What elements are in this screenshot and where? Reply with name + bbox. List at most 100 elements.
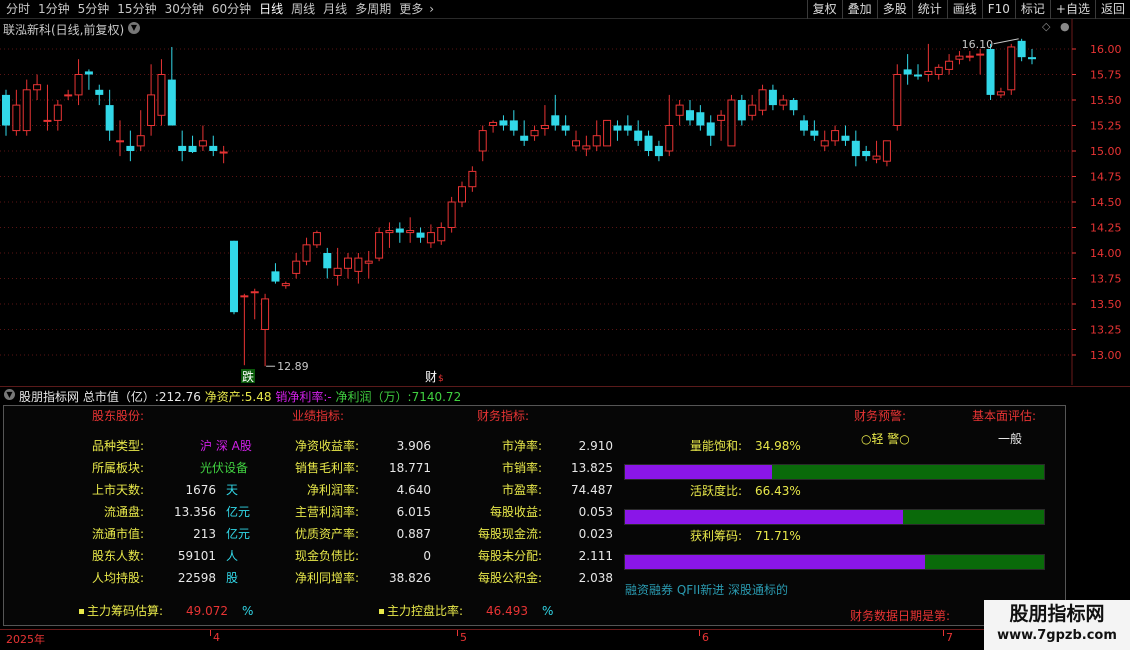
tool-button-0[interactable]: 复权 — [806, 0, 842, 19]
period-tab-4[interactable]: 30分钟 — [161, 1, 208, 19]
candle-body-down — [126, 145, 135, 151]
candle-body-up — [572, 140, 580, 147]
period-tab-10[interactable]: 更多 — [395, 1, 427, 19]
fundamental-value: 一般 — [998, 432, 1023, 446]
candle-body-up — [675, 104, 684, 116]
candle-body-down — [395, 228, 404, 233]
date-tick — [699, 630, 700, 636]
money-icon: $ — [438, 374, 444, 384]
chip-estimate-label-text: 主力筹码估算: — [87, 604, 164, 618]
net-asset-value: 5.48 — [244, 390, 272, 404]
candle-body-down — [623, 125, 632, 131]
report-date-label: 财务数据日期是第: — [850, 609, 951, 623]
tool-button-2[interactable]: 多股 — [876, 0, 912, 19]
candle-body-up — [603, 119, 612, 147]
candle-body-down — [841, 135, 850, 141]
tool-button-5[interactable]: F10 — [981, 0, 1015, 19]
shareholder-unit: 天 — [226, 483, 239, 497]
date-tick — [457, 630, 458, 636]
ratio-bar-label: 量能饱和: — [690, 439, 743, 453]
performance-value: 6.015 — [396, 505, 431, 519]
candle-body-up — [281, 283, 290, 287]
stock-title: 联泓新科(日线,前复权) — [3, 23, 125, 37]
candle-body-down — [323, 253, 332, 269]
candle-body-up — [665, 125, 674, 152]
shareholder-unit: 人 — [226, 549, 239, 563]
price-tick-label: 13.75 — [1090, 273, 1122, 286]
ratio-bar-label: 获利筹码: — [690, 529, 743, 543]
tool-button-4[interactable]: 画线 — [946, 0, 982, 19]
candle-body-up — [250, 291, 259, 294]
candle-body-up — [934, 66, 943, 76]
shareholder-label: 股东人数: — [91, 549, 144, 563]
chevron-right-icon[interactable]: › — [427, 1, 436, 19]
candle-body-up — [292, 260, 301, 274]
shareholder-label: 流通盘: — [103, 505, 144, 519]
diamond-icon[interactable]: ◇ — [1042, 20, 1050, 33]
ratio-bar-label: 活跃度比: — [690, 484, 743, 498]
total-mv-label: 总市值（亿）: — [82, 390, 159, 404]
shareholder-value: 59101 — [177, 549, 216, 563]
date-label: 5 — [460, 631, 467, 644]
period-tab-3[interactable]: 15分钟 — [113, 1, 160, 19]
candle-body-up — [240, 295, 249, 298]
period-tab-8[interactable]: 月线 — [319, 1, 351, 19]
period-tab-2[interactable]: 5分钟 — [74, 1, 114, 19]
control-ratio-value: 46.493 — [486, 604, 528, 618]
indicator-panel: 股东股份: 业绩指标: 财务指标: 财务预警: 基本面评估: 品种类型: 沪 深 … — [3, 405, 1066, 626]
dot-icon[interactable]: ● — [1060, 20, 1070, 33]
chevron-down-icon[interactable]: ▼ — [4, 389, 15, 400]
candle-body-up — [64, 94, 73, 97]
kline-chart[interactable]: 16.00 15.75 15.50 15.25 15.00 14.75 14.50 14.25… — [0, 19, 1130, 385]
chevron-down-icon[interactable]: ▼ — [128, 22, 140, 34]
period-tab-6[interactable]: 日线 — [255, 1, 287, 19]
header-performance: 业绩指标: — [292, 409, 345, 423]
period-tab-7[interactable]: 周线 — [287, 1, 319, 19]
shareholder-value: 光伏设备 — [200, 461, 249, 475]
candle-body-up — [333, 267, 342, 276]
financial-value: 74.487 — [571, 483, 613, 497]
period-tab-5[interactable]: 60分钟 — [208, 1, 255, 19]
performance-label: 主营利润率: — [294, 505, 359, 519]
candle-body-down — [686, 110, 694, 121]
period-tab-1[interactable]: 1分钟 — [34, 1, 74, 19]
indicator-name: 股朋指标网 — [19, 390, 80, 404]
candle-body-up — [996, 91, 1005, 96]
period-tab-9[interactable]: 多周期 — [351, 1, 395, 19]
control-ratio-unit: % — [542, 604, 554, 618]
ratio-bar-value: 66.43% — [755, 484, 801, 498]
candle-body-down — [903, 69, 912, 75]
candle-body-down — [561, 125, 570, 131]
ratio-bar-fill — [625, 510, 904, 524]
financial-label: 市盈率: — [501, 483, 542, 497]
date-label: 2025年 — [6, 633, 45, 646]
candle-body-up — [261, 298, 270, 330]
candle-body-down — [509, 120, 518, 131]
candle-body-down — [271, 271, 280, 282]
tool-button-6[interactable]: 标记 — [1014, 0, 1050, 19]
tool-button-3[interactable]: 统计 — [911, 0, 947, 19]
tool-button-8[interactable]: 返回 — [1094, 0, 1130, 19]
high-price-label: 16.10 — [962, 38, 994, 51]
low-price-label: 12.89 — [277, 360, 309, 373]
financial-value: 2.038 — [578, 571, 613, 585]
shareholder-label: 上市天数: — [91, 483, 144, 497]
net-margin-label: 销净利率: — [275, 390, 328, 404]
candle-body-up — [489, 121, 498, 127]
candle-body-down — [644, 135, 653, 151]
candle-body-down — [634, 130, 643, 141]
control-ratio-label-text: 主力控盘比率: — [387, 604, 464, 618]
period-tab-0[interactable]: 分时 — [2, 1, 34, 19]
tool-button-1[interactable]: 叠加 — [841, 0, 877, 19]
total-mv-value: 212.76 — [158, 390, 201, 404]
performance-label: 净利润率: — [306, 483, 359, 497]
financial-label: 每股收益: — [489, 505, 542, 519]
candle-body-down — [789, 100, 798, 111]
tool-button-7[interactable]: +自选 — [1049, 0, 1095, 19]
candle-body-up — [955, 55, 964, 60]
header-shareholder: 股东股份: — [92, 409, 145, 423]
top-toolbar: 分时 1分钟 5分钟 15分钟 30分钟 60分钟 日线 周线 月线 多周期 更多 › 复权 叠加 多股统… — [0, 0, 1130, 19]
candle-body-down — [706, 122, 715, 136]
financial-value: 13.825 — [571, 461, 613, 475]
ratio-bar-value: 34.98% — [755, 439, 801, 453]
